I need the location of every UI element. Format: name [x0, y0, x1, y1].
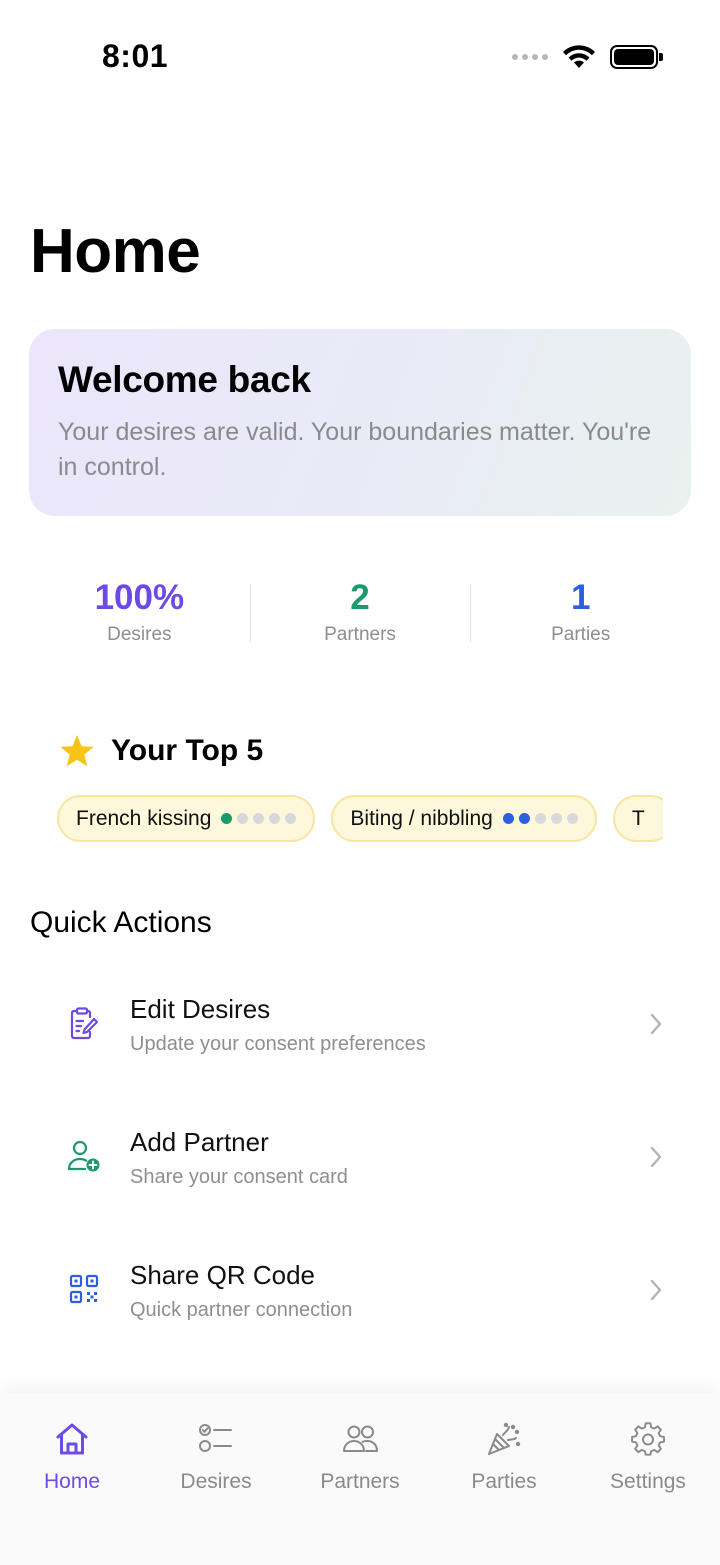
star-icon	[60, 735, 94, 767]
tab-bar: Home Desires Partners Parties Settings	[0, 1393, 720, 1565]
welcome-card: Welcome back Your desires are valid. You…	[29, 329, 691, 516]
top5-chip[interactable]: T	[612, 795, 663, 842]
tab-home[interactable]: Home	[0, 1393, 144, 1565]
stat-parties[interactable]: 1 Parties	[470, 576, 691, 648]
welcome-subtitle: Your desires are valid. Your boundaries …	[58, 418, 652, 481]
gear-icon	[631, 1422, 665, 1456]
share-qr-row[interactable]: Share QR Code Quick partner connection	[0, 1223, 720, 1356]
stat-value: 1	[570, 578, 591, 617]
action-label: Add Partner	[130, 1127, 269, 1157]
chevron-right-icon	[650, 1013, 662, 1035]
cellular-signal-icon	[512, 54, 548, 60]
stat-label: Desires	[107, 624, 172, 645]
action-subtitle: Share your consent card	[130, 1166, 348, 1188]
clipboard-edit-icon	[70, 1007, 99, 1040]
status-icons	[512, 44, 663, 70]
add-partner-row[interactable]: Add Partner Share your consent card	[0, 1090, 720, 1223]
tab-label: Settings	[610, 1470, 686, 1493]
tab-parties[interactable]: Parties	[432, 1393, 576, 1565]
stat-value: 2	[350, 578, 370, 617]
action-label: Edit Desires	[130, 994, 271, 1024]
party-popper-icon	[488, 1422, 521, 1455]
tab-label: Partners	[320, 1470, 400, 1493]
tab-label: Home	[43, 1470, 101, 1493]
top5-chip[interactable]: French kissing	[57, 795, 316, 842]
stat-label: Partners	[324, 624, 396, 645]
action-subtitle: Update your consent preferences	[130, 1033, 426, 1055]
stat-label: Parties	[551, 624, 611, 645]
tab-partners[interactable]: Partners	[288, 1393, 432, 1565]
top5-carousel[interactable]: French kissing Biting / nibbling T	[57, 795, 663, 843]
chevron-right-icon	[650, 1279, 662, 1301]
level-dots	[502, 813, 578, 824]
quick-actions-title: Quick Actions	[30, 906, 212, 939]
action-subtitle: Quick partner connection	[130, 1299, 353, 1321]
tab-label: Desires	[180, 1470, 252, 1493]
status-time: 8:01	[102, 38, 169, 74]
house-icon	[56, 1423, 88, 1455]
stats-row: 100% Desires 2 Partners 1 Parties	[29, 576, 691, 648]
page-title: Home	[30, 217, 201, 286]
stat-value: 100%	[94, 578, 185, 617]
level-dots	[221, 813, 297, 824]
welcome-title: Welcome back	[58, 359, 311, 400]
stat-desires[interactable]: 100% Desires	[29, 576, 250, 648]
person-add-icon	[67, 1140, 100, 1172]
qr-code-icon	[69, 1274, 99, 1304]
edit-desires-row[interactable]: Edit Desires Update your consent prefere…	[0, 957, 720, 1090]
action-label: Share QR Code	[130, 1260, 315, 1290]
top5-header: Your Top 5	[59, 734, 263, 768]
chip-label: T	[631, 806, 645, 830]
top5-chip[interactable]: Biting / nibbling	[331, 795, 597, 842]
top5-title: Your Top 5	[111, 734, 264, 767]
checklist-icon	[199, 1424, 232, 1452]
tab-desires[interactable]: Desires	[144, 1393, 288, 1565]
tab-settings[interactable]: Settings	[576, 1393, 720, 1565]
wifi-icon	[563, 45, 595, 68]
chip-label: Biting / nibbling	[350, 806, 493, 830]
status-bar: 8:01	[0, 0, 720, 110]
quick-actions-list: Edit Desires Update your consent prefere…	[0, 957, 720, 1356]
tab-label: Parties	[471, 1470, 537, 1493]
chevron-right-icon	[650, 1146, 662, 1168]
chip-label: French kissing	[76, 806, 212, 830]
people-icon	[343, 1425, 378, 1452]
battery-icon	[610, 45, 663, 69]
stat-partners[interactable]: 2 Partners	[249, 576, 471, 648]
